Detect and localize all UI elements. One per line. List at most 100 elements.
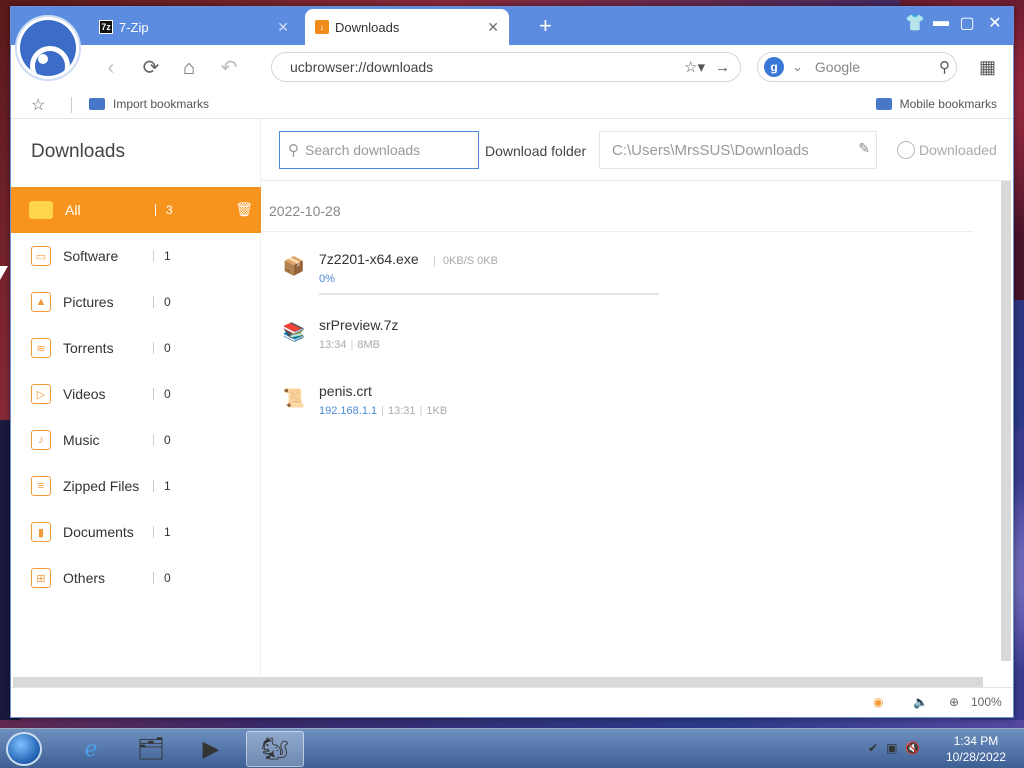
address-bar[interactable]: ucbrowser://downloads ☆▾ → — [271, 52, 741, 82]
downloaded-label: Downloaded — [919, 142, 997, 158]
search-downloads-input[interactable] — [305, 142, 465, 158]
category-others[interactable]: ⊞ Others 0 — [11, 555, 261, 601]
import-icon — [89, 98, 105, 110]
star-icon[interactable]: ☆ — [31, 95, 45, 115]
search-icon: ⚲ — [288, 142, 299, 159]
close-window-icon[interactable]: ✕ — [983, 13, 1007, 33]
toolbar: ‹ ⟳ ⌂ ↶ ucbrowser://downloads ☆▾ → g ⌄ G… — [11, 45, 1013, 91]
category-count: 1 — [164, 479, 171, 493]
minimize-icon[interactable]: ▬ — [929, 13, 953, 31]
search-engine-placeholder[interactable]: Google — [803, 59, 939, 75]
certificate-file-icon: 📜 — [282, 387, 306, 408]
picture-icon: ▲ — [31, 292, 51, 312]
accelerator-icon[interactable]: ◉ — [873, 695, 883, 709]
downloaded-button[interactable]: Downloaded — [897, 141, 1001, 159]
divider — [71, 97, 72, 113]
close-tab-icon[interactable]: ✕ — [277, 19, 289, 36]
category-label: Music — [63, 432, 100, 448]
maximize-icon[interactable]: ▢ — [955, 13, 979, 33]
page-title: Downloads — [31, 141, 125, 162]
file-meta: 192.168.1.1 | 13:31 | 1KB — [319, 405, 448, 417]
7zip-icon: 7z — [99, 20, 113, 34]
close-tab-icon[interactable]: ✕ — [487, 19, 499, 36]
file-name[interactable]: 7z2201-x64.exe — [319, 251, 419, 267]
category-music[interactable]: ♪ Music 0 — [11, 417, 261, 463]
home-icon[interactable]: ⌂ — [177, 57, 201, 81]
ie-icon[interactable]: ℯ — [62, 731, 120, 767]
category-count: 0 — [164, 387, 171, 401]
folder-icon — [29, 201, 53, 219]
zoom-level[interactable]: 100% — [971, 695, 1002, 709]
category-pictures[interactable]: ▲ Pictures 0 — [11, 279, 261, 325]
downloads-page: Downloads All 3 🗑 ▭ Software 1 ▲ Picture… — [11, 119, 1013, 689]
music-icon: ♪ — [31, 430, 51, 450]
category-zipped-files[interactable]: ≡ Zipped Files 1 — [11, 463, 261, 509]
search-icon[interactable]: ⚲ — [939, 58, 950, 76]
undo-icon[interactable]: ↶ — [217, 57, 241, 81]
category-label: Pictures — [63, 294, 114, 310]
category-count: 1 — [164, 249, 171, 263]
cloud-icon — [875, 98, 892, 110]
edit-icon[interactable]: ✎ — [858, 140, 870, 157]
search-engine-box[interactable]: g ⌄ Google ⚲ — [757, 52, 957, 82]
trash-icon[interactable]: 🗑 — [235, 201, 253, 218]
clock[interactable]: 1:34 PM 10/28/2022 — [946, 733, 1006, 765]
volume-icon[interactable]: 🔈 — [913, 695, 928, 709]
import-bookmarks-link[interactable]: Import bookmarks — [89, 97, 209, 111]
vertical-scrollbar[interactable] — [1001, 181, 1011, 661]
file-name[interactable]: srPreview.7z — [319, 317, 398, 333]
category-torrents[interactable]: ≋ Torrents 0 — [11, 325, 261, 371]
new-tab-button[interactable]: + — [539, 13, 552, 39]
import-bookmarks-label: Import bookmarks — [113, 97, 210, 111]
volume-muted-icon[interactable]: 🔇 — [905, 741, 920, 755]
download-folder-path[interactable]: C:\Users\MrsSUS\Downloads ✎ — [599, 131, 877, 169]
category-all[interactable]: All 3 🗑 — [11, 187, 261, 233]
category-count: 3 — [166, 203, 173, 217]
horizontal-scrollbar[interactable] — [13, 677, 983, 687]
explorer-icon[interactable]: 🗂 — [122, 731, 180, 767]
category-label: Software — [63, 248, 119, 264]
network-icon[interactable]: ▣ — [886, 741, 897, 755]
search-downloads-box[interactable]: ⚲ — [279, 131, 479, 169]
mobile-bookmarks-label: Mobile bookmarks — [899, 97, 997, 111]
uc-browser-logo[interactable] — [15, 15, 81, 81]
category-count: 0 — [164, 341, 171, 355]
date-group-header: 2022-10-28 — [269, 203, 341, 219]
category-label: Torrents — [63, 340, 114, 356]
source-link[interactable]: 192.168.1.1 — [319, 405, 377, 417]
media-player-icon[interactable]: ▶ — [182, 731, 240, 767]
category-videos[interactable]: ▷ Videos 0 — [11, 371, 261, 417]
archive-file-icon: 📚 — [282, 321, 306, 342]
apps-grid-icon[interactable]: ▦ — [979, 57, 996, 78]
bookmark-star-icon[interactable]: ☆▾ — [684, 58, 705, 76]
download-icon: ↓ — [315, 20, 329, 34]
exe-file-icon: 📦 — [282, 255, 306, 276]
address-text[interactable]: ucbrowser://downloads — [282, 59, 674, 75]
security-icon[interactable]: ✔ — [868, 741, 878, 755]
tab-label: 7-Zip — [119, 19, 149, 35]
chevron-down-icon[interactable]: ⌄ — [792, 59, 803, 75]
google-icon[interactable]: g — [764, 57, 784, 77]
torrent-icon: ≋ — [31, 338, 51, 358]
skin-icon[interactable]: 👕 — [903, 13, 927, 33]
tab-7zip[interactable]: 7z 7-Zip ✕ — [89, 9, 299, 45]
file-name[interactable]: penis.crt — [319, 383, 372, 399]
go-arrow-icon[interactable]: → — [715, 59, 730, 76]
file-meta: 13:34 | 8MB — [319, 339, 381, 351]
category-software[interactable]: ▭ Software 1 — [11, 233, 261, 279]
category-count: 1 — [164, 525, 171, 539]
uc-browser-taskbar-icon[interactable]: 🐿 — [246, 731, 304, 767]
category-label: Others — [63, 570, 106, 586]
zoom-icon[interactable]: ⊕ — [949, 695, 959, 709]
category-label: All — [65, 202, 81, 218]
start-button[interactable] — [6, 732, 42, 766]
category-label: Zipped Files — [63, 478, 140, 494]
category-documents[interactable]: ▮ Documents 1 — [11, 509, 261, 555]
category-label: Videos — [63, 386, 106, 402]
title-bar: 7z 7-Zip ✕ ↓ Downloads ✕ + 👕 ▬ ▢ ✕ — [11, 7, 1013, 81]
refresh-icon[interactable]: ⟳ — [139, 57, 163, 81]
tab-downloads[interactable]: ↓ Downloads ✕ — [305, 9, 509, 45]
category-count: 0 — [164, 295, 171, 309]
mobile-bookmarks-link[interactable]: Mobile bookmarks — [875, 97, 997, 111]
back-icon[interactable]: ‹ — [99, 57, 123, 81]
